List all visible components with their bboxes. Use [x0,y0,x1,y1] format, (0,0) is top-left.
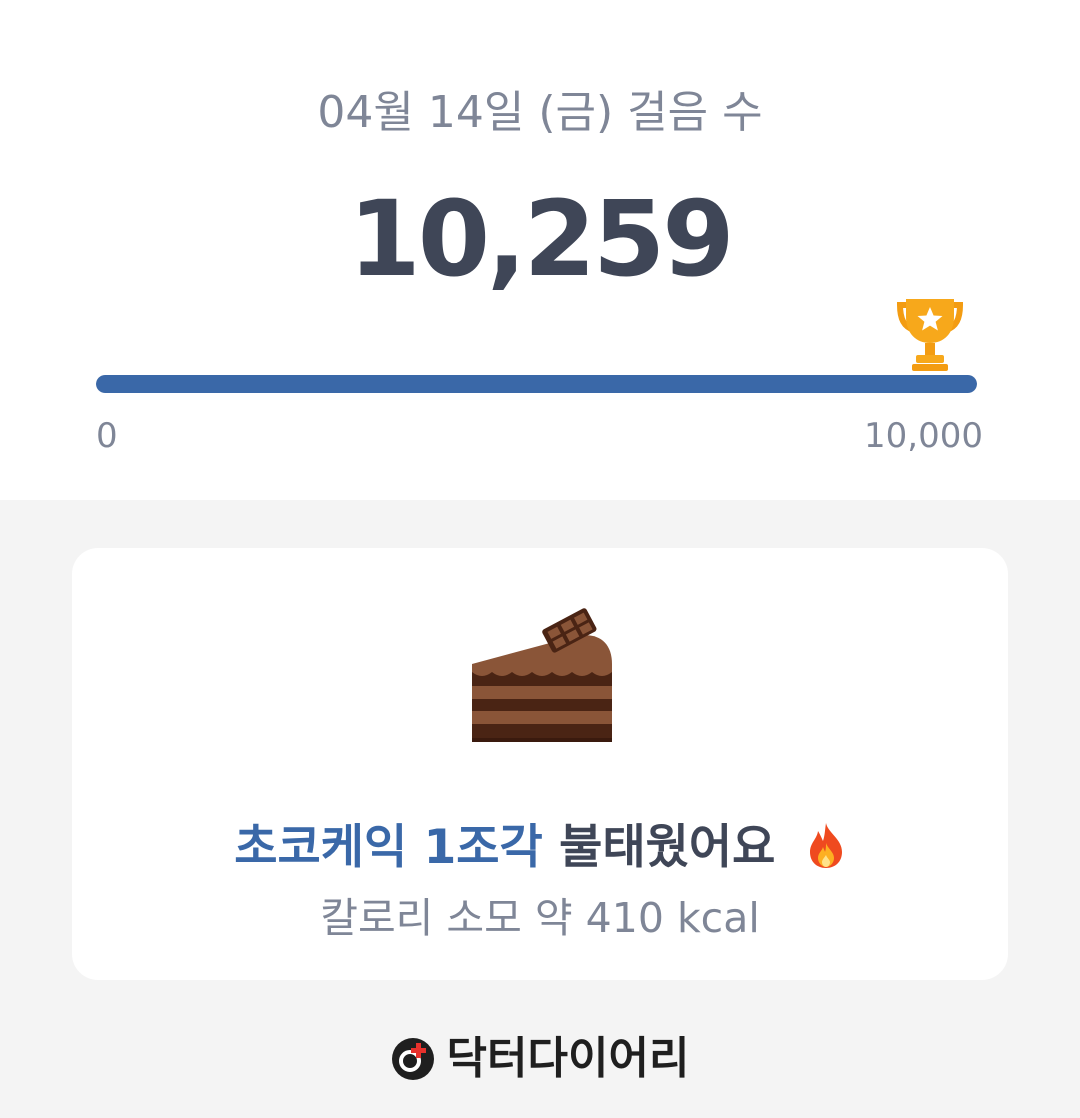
date-steps-label: 04월 14일 (금) 걸음 수 [317,87,763,138]
food-equivalent-highlight: 초코케익 1조각 [234,820,543,875]
progress-min-label: 0 [96,416,118,456]
fire-icon [809,823,842,868]
progress-max-label: 10,000 [864,416,983,456]
step-count: 10,259 [348,178,734,300]
brand-footer: 닥터다이어리 [0,1022,1080,1086]
steps-summary-panel: 04월 14일 (금) 걸음 수 10,259 0 10,000 [0,0,1080,500]
doctor-diary-logo [391,1038,434,1080]
calorie-headline: 초코케익 1조각 불태웠어요 [72,808,1008,877]
steps-progress-bar [96,375,977,393]
steps-progress-fill [96,375,977,393]
brand-name: 닥터다이어리 [446,1033,690,1084]
chocolate-cake-icon [472,608,612,742]
calorie-burn-text: 칼로리 소모 약 410 kcal [320,894,760,942]
trophy-icon [896,299,964,371]
calorie-card: 초코케익 1조각 불태웠어요 칼로리 소모 약 410 kcal [72,548,1008,980]
headline-rest: 불태웠어요 [559,820,776,875]
